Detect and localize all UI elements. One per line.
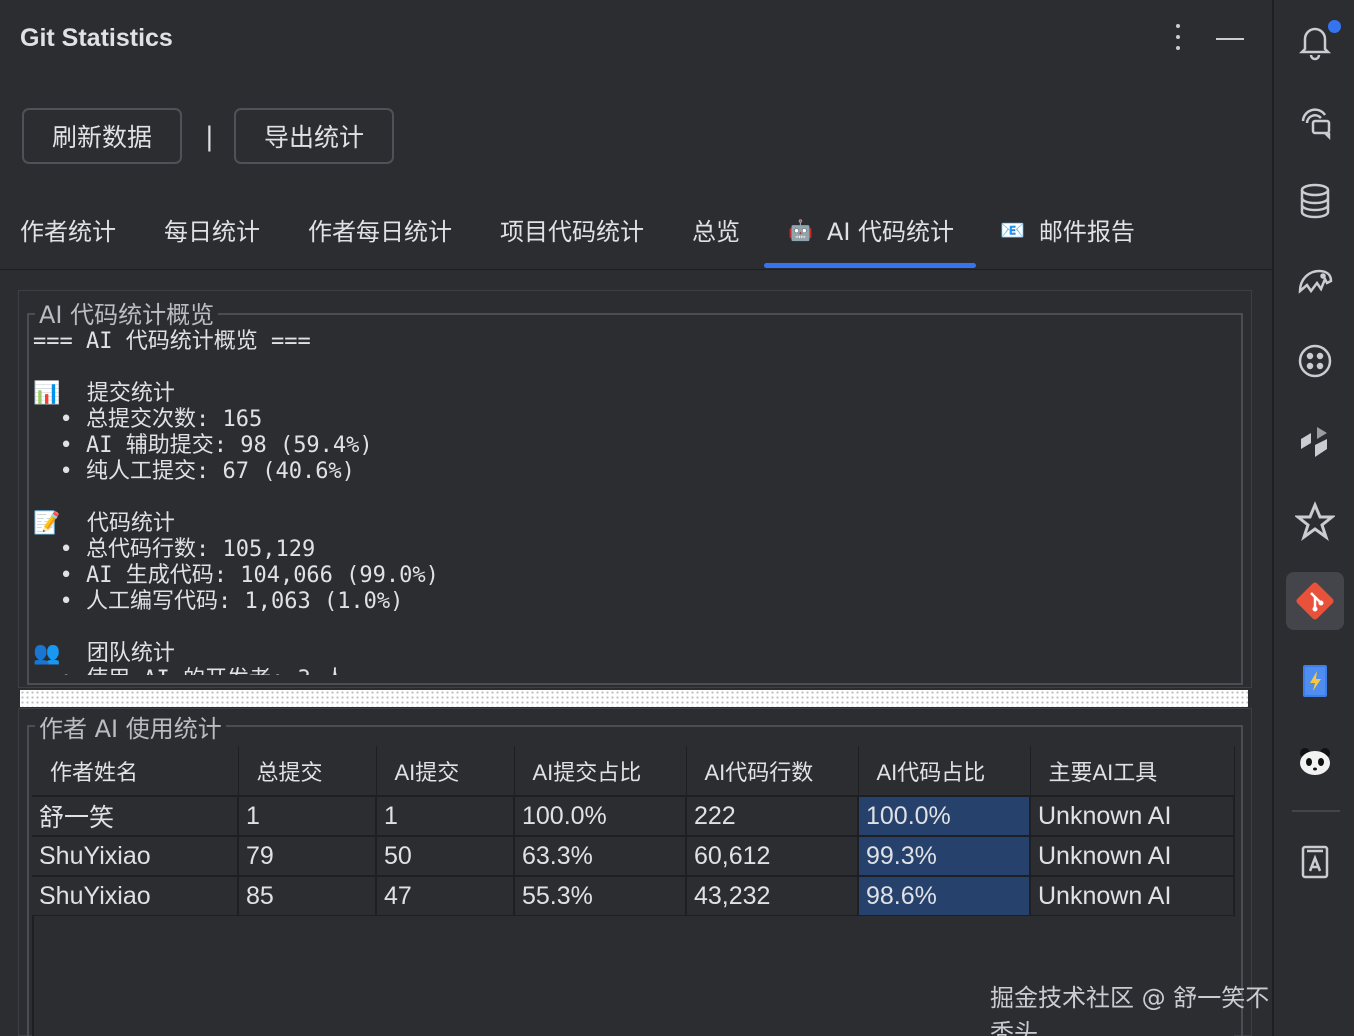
table-cell[interactable]: Unknown AI xyxy=(1030,796,1235,837)
table-cell[interactable]: 85 xyxy=(238,876,377,917)
column-header[interactable]: 总提交 xyxy=(238,746,377,797)
table-cell[interactable]: 100.0% xyxy=(858,796,1031,837)
column-header[interactable]: AI提交占比 xyxy=(514,746,687,797)
table-cell[interactable]: 60,612 xyxy=(686,836,859,877)
table-cell[interactable]: ShuYixiao xyxy=(32,836,239,877)
tab-author-stats[interactable]: 作者统计 xyxy=(20,212,116,247)
tab-author-daily-stats[interactable]: 作者每日统计 xyxy=(308,212,452,247)
code-section-title: 📝 代码统计 xyxy=(33,511,175,536)
star-logo-icon[interactable] xyxy=(1286,492,1344,550)
stat-line: • AI 辅助提交: 98 (59.4%) xyxy=(33,433,373,458)
document-bolt-icon[interactable] xyxy=(1286,652,1344,710)
watermark: 掘金技术社区 @ 舒一笑不秃头 xyxy=(990,984,1270,1036)
robot-icon: 🤖 xyxy=(788,217,813,242)
table-cell[interactable]: 222 xyxy=(686,796,859,837)
translate-icon[interactable] xyxy=(1286,832,1344,890)
tab-overview[interactable]: 总览 xyxy=(692,212,740,247)
tab-label: 邮件报告 xyxy=(1038,218,1135,246)
dots-circle-icon[interactable] xyxy=(1286,332,1344,390)
database-icon[interactable] xyxy=(1286,172,1344,230)
tab-label: 每日统计 xyxy=(164,218,260,246)
overview-header: === AI 代码统计概览 === xyxy=(33,329,311,354)
tab-bar: 作者统计 每日统计 作者每日统计 项目代码统计 总览 🤖 AI 代码统计 📧 邮件报… xyxy=(0,200,1272,270)
table-cell[interactable]: 1 xyxy=(376,796,515,837)
overview-legend: AI 代码统计概览 xyxy=(35,295,219,330)
table-row[interactable]: ShuYixiao 85 47 55.3% 43,232 98.6% Unkno… xyxy=(32,876,1235,917)
table-cell[interactable]: 43,232 xyxy=(686,876,859,917)
panda-icon[interactable] xyxy=(1286,732,1344,790)
elephant-icon[interactable] xyxy=(1286,252,1344,310)
table-cell[interactable]: 99.3% xyxy=(858,836,1031,877)
git-icon[interactable] xyxy=(1286,572,1344,630)
stat-line: • 纯人工提交: 67 (40.6%) xyxy=(33,459,355,484)
chart-icon: 📊 xyxy=(33,381,61,406)
more-options-icon[interactable] xyxy=(1168,24,1188,58)
tab-label: 作者统计 xyxy=(20,218,116,246)
table-row[interactable]: 舒一笑 1 1 100.0% 222 100.0% Unknown AI xyxy=(32,796,1235,837)
team-section-title: 👥 团队统计 xyxy=(33,641,175,666)
bell-icon[interactable] xyxy=(1286,12,1344,70)
email-icon: 📧 xyxy=(1000,217,1025,242)
minimize-icon[interactable] xyxy=(1216,38,1244,40)
toolbar-separator: | xyxy=(205,122,214,152)
tab-daily-stats[interactable]: 每日统计 xyxy=(164,212,260,247)
table-cell[interactable]: 舒一笑 xyxy=(32,796,239,837)
table-cell[interactable]: 47 xyxy=(376,876,515,917)
main-panel: Git Statistics 刷新数据 | 导出统计 作者统计 每日统计 作者每… xyxy=(0,0,1272,1036)
stat-line: • 总提交次数: 165 xyxy=(33,407,263,432)
tab-label: 项目代码统计 xyxy=(500,218,644,246)
table-cell[interactable]: 1 xyxy=(238,796,377,837)
memo-icon: 📝 xyxy=(33,511,61,536)
column-header[interactable]: AI代码行数 xyxy=(686,746,859,797)
author-legend: 作者 AI 使用统计 xyxy=(35,709,226,744)
author-ai-table: 作者姓名 总提交 AI提交 AI提交占比 AI代码行数 AI代码占比 主要AI工… xyxy=(32,746,1235,917)
tab-label: 总览 xyxy=(692,218,740,246)
overview-text-area[interactable]: === AI 代码统计概览 === 📊 提交统计 • 总提交次数: 165 • … xyxy=(33,329,1233,675)
table-cell[interactable]: 55.3% xyxy=(514,876,687,917)
column-header[interactable]: AI提交 xyxy=(376,746,515,797)
table-cell[interactable]: 98.6% xyxy=(858,876,1031,917)
refresh-data-button[interactable]: 刷新数据 xyxy=(22,108,182,164)
ai-overview-panel: AI 代码统计概览 === AI 代码统计概览 === 📊 提交统计 • 总提交… xyxy=(18,290,1252,688)
tab-label: AI 代码统计 xyxy=(826,218,955,246)
column-header[interactable]: AI代码占比 xyxy=(858,746,1031,797)
table-cell[interactable]: 100.0% xyxy=(514,796,687,837)
sidebar-divider xyxy=(1292,810,1340,812)
table-cell[interactable]: 79 xyxy=(238,836,377,877)
table-cell[interactable]: Unknown AI xyxy=(1030,836,1235,877)
tool-window-sidebar xyxy=(1272,0,1354,1036)
people-icon: 👥 xyxy=(33,641,61,666)
table-cell[interactable]: Unknown AI xyxy=(1030,876,1235,917)
stat-line: • AI 生成代码: 104,066 (99.0%) xyxy=(33,563,439,588)
active-tab-indicator xyxy=(764,263,976,268)
tab-email-report[interactable]: 📧 邮件报告 xyxy=(1000,212,1135,247)
table-header-row: 作者姓名 总提交 AI提交 AI提交占比 AI代码行数 AI代码占比 主要AI工… xyxy=(32,746,1235,797)
column-header[interactable]: 主要AI工具 xyxy=(1030,746,1235,797)
table-cell[interactable]: 50 xyxy=(376,836,515,877)
ai-chat-icon[interactable] xyxy=(1286,92,1344,150)
table-cell[interactable]: 63.3% xyxy=(514,836,687,877)
commit-section-title: 📊 提交统计 xyxy=(33,381,175,406)
stat-line: • 人工编写代码: 1,063 (1.0%) xyxy=(33,589,404,614)
window-title: Git Statistics xyxy=(20,24,173,52)
panel-splitter[interactable] xyxy=(20,690,1248,707)
puzzle-icon[interactable] xyxy=(1286,412,1344,470)
tab-ai-code-stats[interactable]: 🤖 AI 代码统计 xyxy=(788,212,954,247)
table-cell[interactable]: ShuYixiao xyxy=(32,876,239,917)
tab-project-code-stats[interactable]: 项目代码统计 xyxy=(500,212,644,247)
stat-line: • 总代码行数: 105,129 xyxy=(33,537,316,562)
column-header[interactable]: 作者姓名 xyxy=(32,746,239,797)
table-row[interactable]: ShuYixiao 79 50 63.3% 60,612 99.3% Unkno… xyxy=(32,836,1235,877)
stat-line: • 使用 AI 的开发者: 3 人 xyxy=(33,667,1233,675)
notification-dot xyxy=(1328,20,1341,33)
export-stats-button[interactable]: 导出统计 xyxy=(234,108,394,164)
tab-label: 作者每日统计 xyxy=(308,218,452,246)
